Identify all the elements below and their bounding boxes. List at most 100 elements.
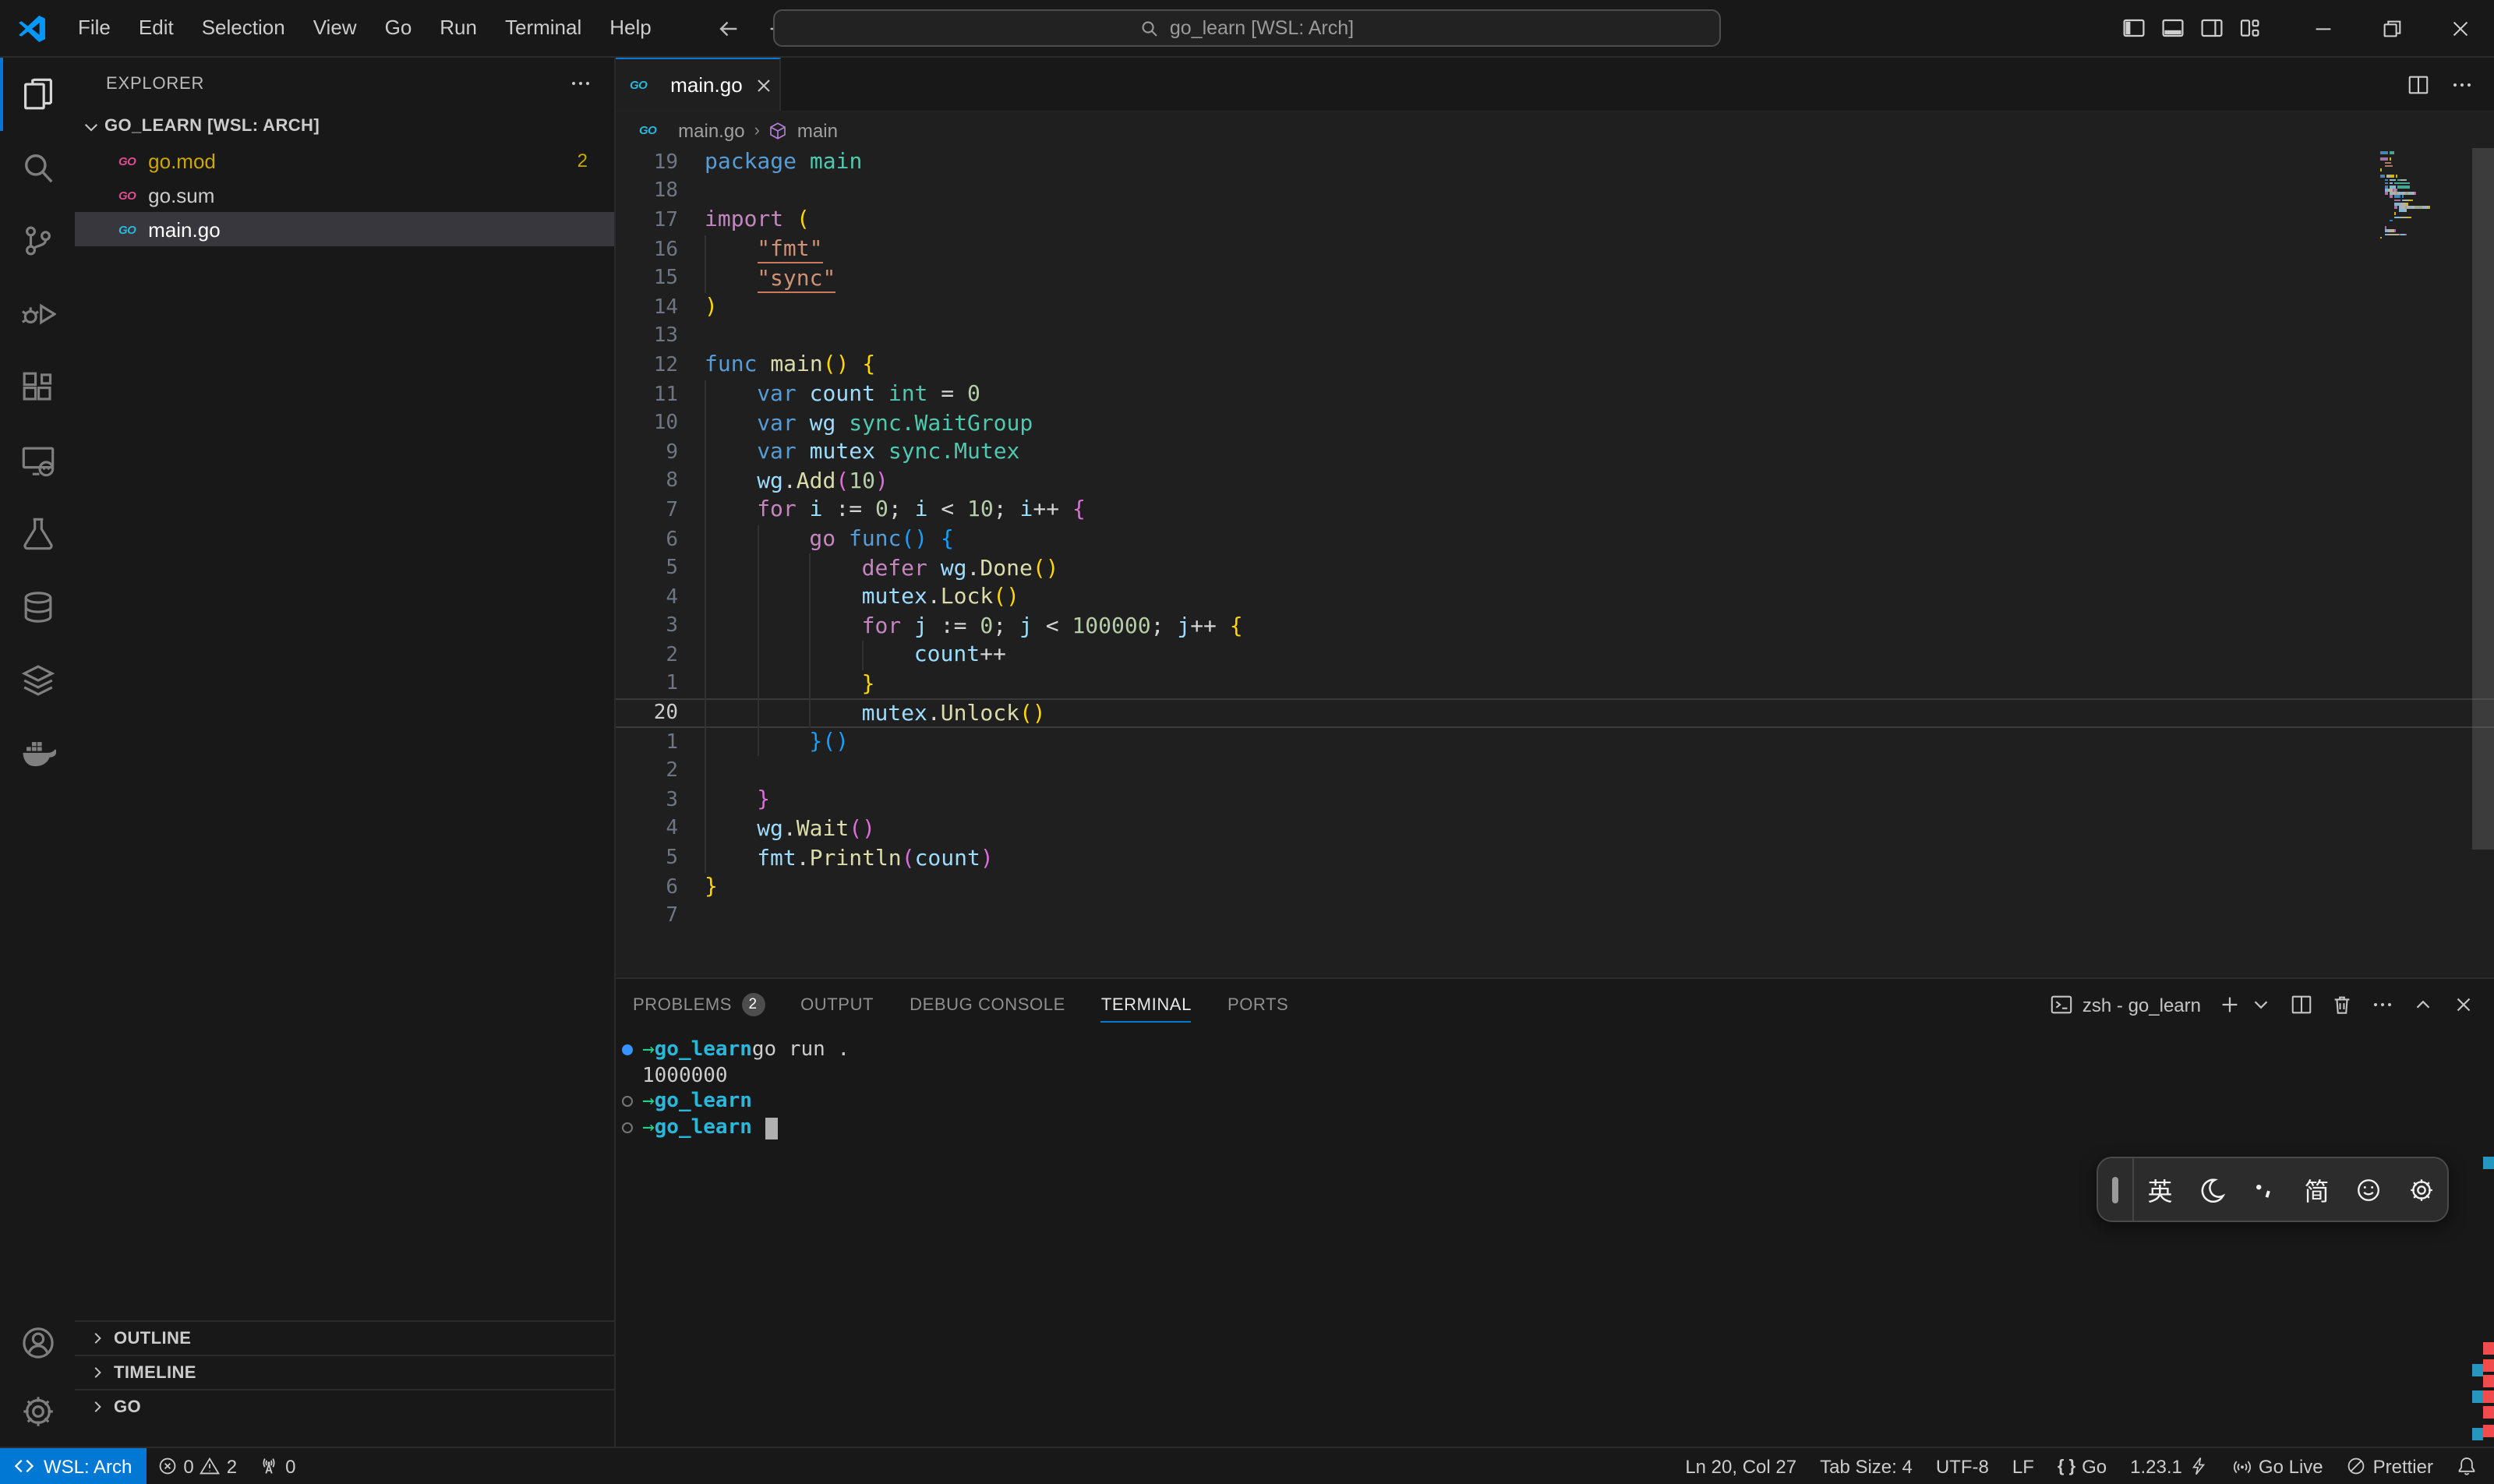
customize-layout-icon[interactable] bbox=[2238, 16, 2263, 41]
run-debug-icon[interactable] bbox=[0, 277, 75, 351]
search-icon[interactable] bbox=[0, 131, 75, 204]
ime-drag-handle[interactable] bbox=[2098, 1158, 2134, 1221]
section-go[interactable]: GO bbox=[75, 1389, 614, 1423]
sidebar-sections: OUTLINETIMELINEGO bbox=[75, 1320, 614, 1423]
extensions-icon[interactable] bbox=[0, 351, 75, 424]
status-eol[interactable]: LF bbox=[2012, 1455, 2034, 1477]
status-go-version[interactable]: 1.23.1 bbox=[2130, 1455, 2209, 1477]
status-tab-size[interactable]: Tab Size: 4 bbox=[1820, 1455, 1913, 1477]
status-encoding[interactable]: UTF-8 bbox=[1936, 1455, 1989, 1477]
status-go-live[interactable]: Go Live bbox=[2232, 1455, 2323, 1477]
chevron-right-icon bbox=[89, 1398, 106, 1415]
punctuation-icon[interactable] bbox=[2238, 1158, 2291, 1221]
toggle-sidebar-icon[interactable] bbox=[2121, 16, 2146, 41]
split-terminal-icon[interactable] bbox=[2290, 993, 2313, 1016]
ime-toolbar[interactable]: 英简 bbox=[2097, 1157, 2449, 1222]
panel-tab-output[interactable]: OUTPUT bbox=[800, 979, 874, 1030]
indent-guide bbox=[705, 264, 706, 293]
editor-more-actions-icon[interactable] bbox=[2450, 72, 2474, 96]
file-main.go[interactable]: GOmain.go bbox=[75, 212, 614, 246]
menu-selection[interactable]: Selection bbox=[188, 9, 299, 47]
split-editor-icon[interactable] bbox=[2407, 72, 2430, 96]
close-tab-icon[interactable] bbox=[754, 74, 775, 96]
more-actions-icon[interactable] bbox=[569, 72, 592, 95]
kill-terminal-icon[interactable] bbox=[2330, 993, 2354, 1016]
line-number: 9 bbox=[616, 440, 678, 464]
ime-mode-en-label[interactable]: 英 bbox=[2134, 1158, 2186, 1221]
warning-icon bbox=[200, 1456, 221, 1476]
tab-main-go[interactable]: GO main.go bbox=[616, 58, 781, 111]
code-text: for i := 0; i < 10; i++ { bbox=[705, 498, 1086, 523]
terminal[interactable]: → go_learn go run .1000000→ go_learn→ go… bbox=[616, 1030, 2494, 1447]
panel-tab-problems[interactable]: PROBLEMS2 bbox=[633, 979, 765, 1030]
menu-help[interactable]: Help bbox=[595, 9, 666, 47]
menu-terminal[interactable]: Terminal bbox=[491, 9, 595, 47]
code-text: mutex.Lock() bbox=[705, 585, 1019, 610]
new-terminal-icon[interactable] bbox=[2218, 993, 2241, 1016]
menu-run[interactable]: Run bbox=[426, 9, 491, 47]
section-outline[interactable]: OUTLINE bbox=[75, 1320, 614, 1355]
database-icon[interactable] bbox=[0, 571, 75, 644]
breadcrumb-symbol[interactable]: main bbox=[797, 119, 838, 141]
fullwidth-moon-icon[interactable] bbox=[2186, 1158, 2238, 1221]
terminal-title[interactable]: zsh - go_learn bbox=[2050, 993, 2201, 1016]
panel-tab-ports[interactable]: PORTS bbox=[1228, 979, 1288, 1030]
panel-tab-debug-console[interactable]: DEBUG CONSOLE bbox=[910, 979, 1065, 1030]
menu-edit[interactable]: Edit bbox=[125, 9, 188, 47]
minimap[interactable] bbox=[2380, 151, 2471, 243]
emoji-smiley-icon[interactable] bbox=[2343, 1158, 2395, 1221]
editor-scrollbar[interactable] bbox=[2472, 148, 2494, 977]
file-go.mod[interactable]: GOgo.mod2 bbox=[75, 143, 614, 178]
close-panel-icon[interactable] bbox=[2452, 993, 2475, 1016]
code-line: 3for j := 0; j < 100000; j++ { bbox=[616, 612, 2494, 641]
panel-tab-terminal[interactable]: TERMINAL bbox=[1101, 979, 1192, 1030]
file-go.sum[interactable]: GOgo.sum bbox=[75, 178, 614, 212]
command-decoration[interactable] bbox=[622, 1123, 633, 1134]
problems-status[interactable]: 0 2 bbox=[146, 1455, 248, 1477]
menu-view[interactable]: View bbox=[299, 9, 371, 47]
section-timeline[interactable]: TIMELINE bbox=[75, 1355, 614, 1389]
command-decoration[interactable] bbox=[622, 1097, 633, 1108]
source-control-icon[interactable] bbox=[0, 204, 75, 277]
files-icon[interactable] bbox=[0, 58, 75, 131]
terminal-line: 1000000 bbox=[620, 1063, 2494, 1090]
account-icon[interactable] bbox=[0, 1308, 75, 1376]
settings-gear-icon[interactable] bbox=[0, 1376, 75, 1445]
command-decoration[interactable] bbox=[622, 1044, 633, 1055]
status-cursor-position[interactable]: Ln 20, Col 27 bbox=[1685, 1455, 1796, 1477]
docker-icon[interactable] bbox=[0, 717, 75, 790]
file-name: go.sum bbox=[148, 183, 214, 207]
indent-guide bbox=[809, 641, 811, 670]
project-root-folder[interactable]: GO_LEARN [WSL: ARCH] bbox=[75, 109, 614, 143]
line-number: 1 bbox=[616, 730, 678, 754]
indent-guide bbox=[809, 554, 811, 583]
close-window-button[interactable] bbox=[2425, 0, 2494, 56]
simplified-chinese-label[interactable]: 简 bbox=[2291, 1158, 2343, 1221]
command-center-search[interactable]: go_learn [WSL: Arch] bbox=[773, 9, 1721, 47]
panel-more-actions-icon[interactable] bbox=[2371, 993, 2394, 1016]
notifications-bell-icon[interactable] bbox=[2457, 1456, 2477, 1476]
menu-file[interactable]: File bbox=[64, 9, 125, 47]
panel-tab-label: OUTPUT bbox=[800, 995, 874, 1014]
testing-icon[interactable] bbox=[0, 497, 75, 571]
ports-status[interactable]: 0 bbox=[248, 1455, 306, 1477]
maximize-panel-icon[interactable] bbox=[2411, 993, 2435, 1016]
breadcrumb-file[interactable]: main.go bbox=[678, 119, 744, 141]
status-prettier[interactable]: Prettier bbox=[2347, 1455, 2433, 1477]
line-number: 3 bbox=[616, 789, 678, 812]
indent-guide bbox=[705, 757, 706, 786]
remote-explorer-icon[interactable] bbox=[0, 424, 75, 497]
code-line: 6} bbox=[616, 873, 2494, 902]
code-editor[interactable]: 19package main1817import (16"fmt"15"sync… bbox=[616, 148, 2494, 977]
toggle-panel-icon[interactable] bbox=[2160, 16, 2185, 41]
restore-button[interactable] bbox=[2357, 0, 2425, 56]
terminal-dropdown-icon[interactable] bbox=[2249, 993, 2273, 1016]
menu-go[interactable]: Go bbox=[371, 9, 426, 47]
ime-settings-gear-icon[interactable] bbox=[2395, 1158, 2447, 1221]
go-back-icon[interactable] bbox=[717, 16, 740, 40]
remote-indicator[interactable]: WSL: Arch bbox=[0, 1448, 146, 1484]
status-language-mode[interactable]: { }Go bbox=[2058, 1455, 2107, 1477]
minimize-button[interactable] bbox=[2288, 0, 2357, 56]
layers-icon[interactable] bbox=[0, 644, 75, 717]
toggle-secondary-sidebar-icon[interactable] bbox=[2199, 16, 2224, 41]
